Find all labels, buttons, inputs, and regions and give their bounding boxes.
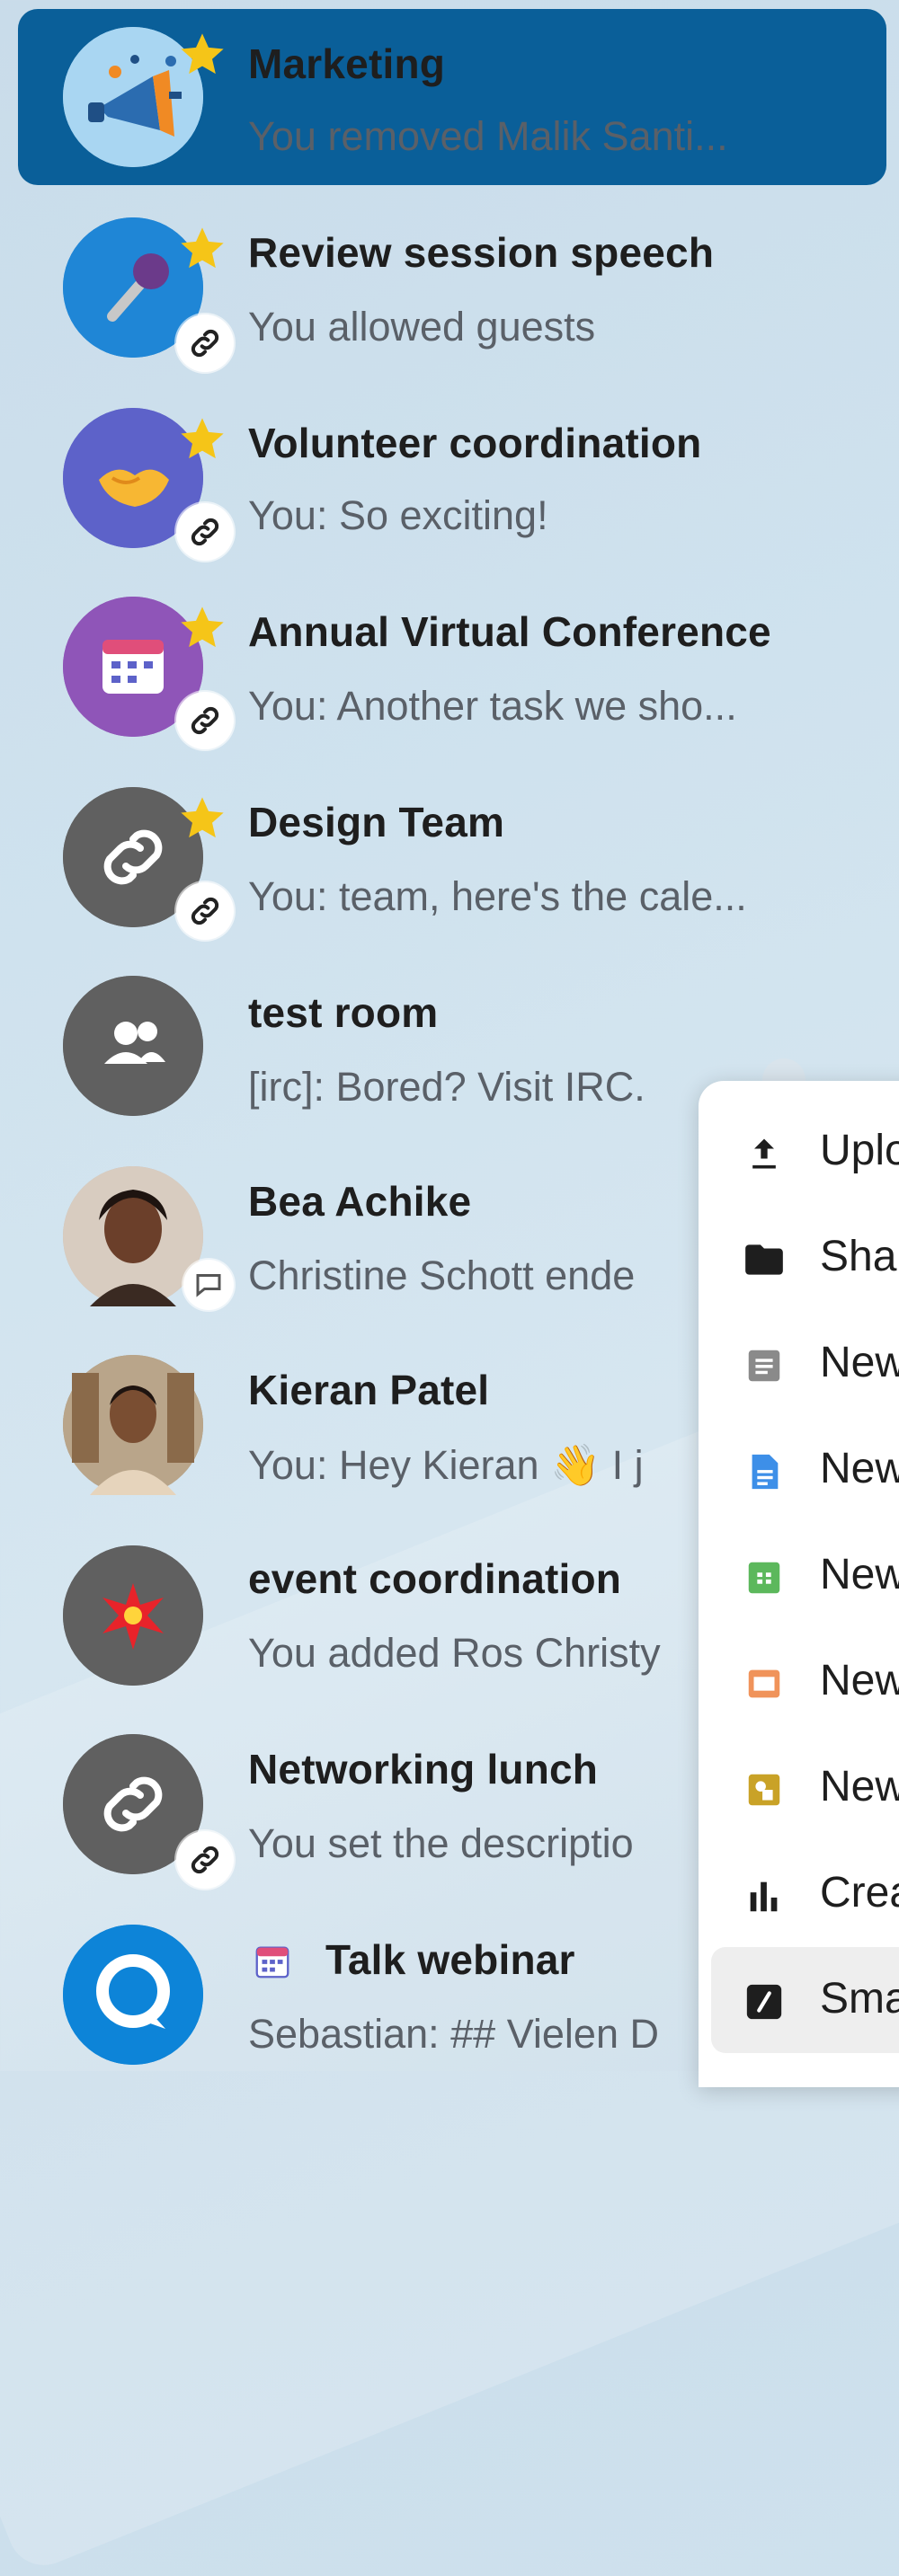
spreadsheet-icon xyxy=(742,1555,787,1600)
favorite-star-icon xyxy=(181,227,224,269)
menu-item-label: Sha xyxy=(820,1233,897,1280)
public-link-icon xyxy=(176,1831,234,1889)
menu-item-label: New xyxy=(820,1763,899,1810)
upload-icon xyxy=(742,1131,787,1176)
public-link-icon xyxy=(176,882,234,940)
diagram-icon xyxy=(742,1767,787,1812)
conversation-last-message: You set the descriptio xyxy=(248,1820,634,1866)
menu-item-share-folder[interactable]: Sha xyxy=(699,1205,899,1311)
conversation-last-message: You: team, here's the cale... xyxy=(248,873,747,919)
favorite-star-icon xyxy=(181,797,224,838)
document-icon xyxy=(742,1449,787,1494)
smart-picker-icon xyxy=(742,1979,787,2024)
talk-icon xyxy=(63,1925,203,2065)
public-link-icon xyxy=(176,503,234,561)
conversation-title: Annual Virtual Conference xyxy=(248,608,771,655)
menu-item-label: Uplo xyxy=(820,1127,899,1174)
menu-item-label: Crea xyxy=(820,1869,899,1917)
conversation-title: Bea Achike xyxy=(248,1178,472,1225)
new-item-menu: Uplo Sha New New New New New Cre Sma xyxy=(699,1081,899,2087)
menu-item-smart-picker[interactable]: Sma xyxy=(711,1947,899,2053)
chat-bubble-icon xyxy=(183,1260,234,1310)
conversation-last-message: [irc]: Bored? Visit IRC. xyxy=(248,1064,645,1110)
conversation-title: event coordination xyxy=(248,1555,622,1602)
conversation-last-message: Sebastian: ## Vielen D xyxy=(248,2011,659,2057)
favorite-star-icon xyxy=(181,33,224,75)
conversation-last-message: You removed Malik Santi... xyxy=(248,113,728,159)
menu-item-label: New xyxy=(820,1445,899,1492)
user-avatar xyxy=(63,1166,203,1306)
menu-item-new-document[interactable]: New xyxy=(699,1417,899,1523)
menu-item-new-diagram[interactable]: New xyxy=(699,1735,899,1841)
conversation-title: Talk webinar xyxy=(325,1936,575,1983)
conversation-last-message: You added Ros Christy xyxy=(248,1630,661,1676)
conversation-title: Marketing xyxy=(248,40,446,87)
group-icon xyxy=(63,976,203,1116)
menu-item-label: New xyxy=(820,1657,899,1704)
folder-icon xyxy=(742,1237,787,1282)
conversation-last-message: Christine Schott ende xyxy=(248,1253,636,1298)
favorite-star-icon xyxy=(181,606,224,648)
conversation-title: Design Team xyxy=(248,799,505,845)
menu-item-label: New xyxy=(820,1339,899,1386)
menu-item-new-text-file[interactable]: New xyxy=(699,1311,899,1417)
conversation-title: Networking lunch xyxy=(248,1746,599,1793)
conversation-title: Kieran Patel xyxy=(248,1367,490,1413)
menu-item-upload[interactable]: Uplo xyxy=(699,1099,899,1205)
user-avatar xyxy=(63,1355,203,1495)
text-document-icon xyxy=(742,1343,787,1388)
menu-item-new-presentation[interactable]: New xyxy=(699,1629,899,1735)
poll-icon xyxy=(742,1873,787,1918)
conversation-title: Review session speech xyxy=(248,229,715,276)
conversation-title: Volunteer coordination xyxy=(248,420,702,466)
conversation-last-message: You: So exciting! xyxy=(248,492,548,538)
public-link-icon xyxy=(176,692,234,749)
presentation-icon xyxy=(742,1661,787,1706)
menu-item-new-spreadsheet[interactable]: New xyxy=(699,1523,899,1629)
menu-item-label: New xyxy=(820,1551,899,1598)
conversation-last-message: You allowed guests xyxy=(248,304,596,350)
favorite-star-icon xyxy=(181,418,224,459)
menu-item-label: Sma xyxy=(820,1975,899,2023)
burst-icon xyxy=(63,1545,203,1686)
conversation-last-message: You: Another task we sho... xyxy=(248,683,737,729)
public-link-icon xyxy=(176,314,234,372)
conversation-last-message: You: Hey Kieran 👋 I j xyxy=(248,1442,644,1488)
conversation-title: test room xyxy=(248,989,439,1036)
calendar-icon xyxy=(255,1946,289,1978)
menu-item-create-poll[interactable]: Crea xyxy=(699,1841,899,1947)
